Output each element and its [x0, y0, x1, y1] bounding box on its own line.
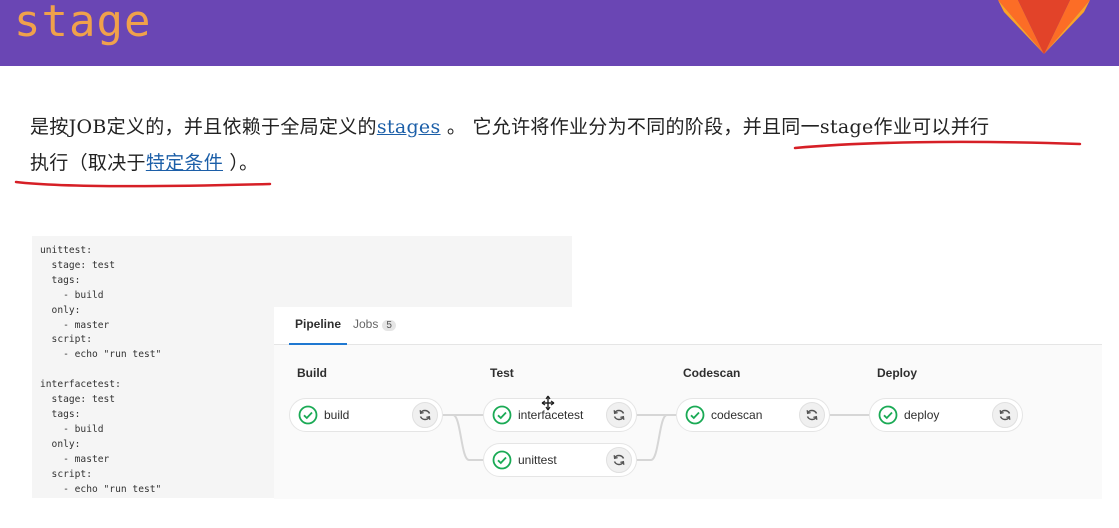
- job-name: build: [324, 408, 350, 422]
- retry-button[interactable]: [606, 402, 632, 428]
- job-deploy[interactable]: deploy: [869, 398, 1023, 432]
- retry-icon: [419, 409, 431, 421]
- retry-button[interactable]: [412, 402, 438, 428]
- yaml-code: unittest: stage: test tags: - build only…: [40, 245, 162, 495]
- job-name: unittest: [518, 453, 557, 467]
- check-circle-icon: [492, 450, 512, 470]
- check-circle-icon: [685, 405, 705, 425]
- retry-icon: [806, 409, 818, 421]
- job-name: deploy: [904, 408, 940, 422]
- job-codescan[interactable]: codescan: [676, 398, 830, 432]
- retry-button[interactable]: [606, 447, 632, 473]
- job-build[interactable]: build: [289, 398, 443, 432]
- pipeline-panel: Pipeline Jobs 5 Build Test Codescan Deplo…: [274, 307, 1102, 499]
- job-name: codescan: [711, 408, 763, 422]
- retry-icon: [613, 409, 625, 421]
- check-circle-icon: [878, 405, 898, 425]
- job-interfacetest[interactable]: interfacetest: [483, 398, 637, 432]
- check-circle-icon: [492, 405, 512, 425]
- retry-button[interactable]: [799, 402, 825, 428]
- retry-icon: [999, 409, 1011, 421]
- cursor-icon: [541, 395, 555, 411]
- job-unittest[interactable]: unittest: [483, 443, 637, 477]
- retry-button[interactable]: [992, 402, 1018, 428]
- retry-icon: [613, 454, 625, 466]
- check-circle-icon: [298, 405, 318, 425]
